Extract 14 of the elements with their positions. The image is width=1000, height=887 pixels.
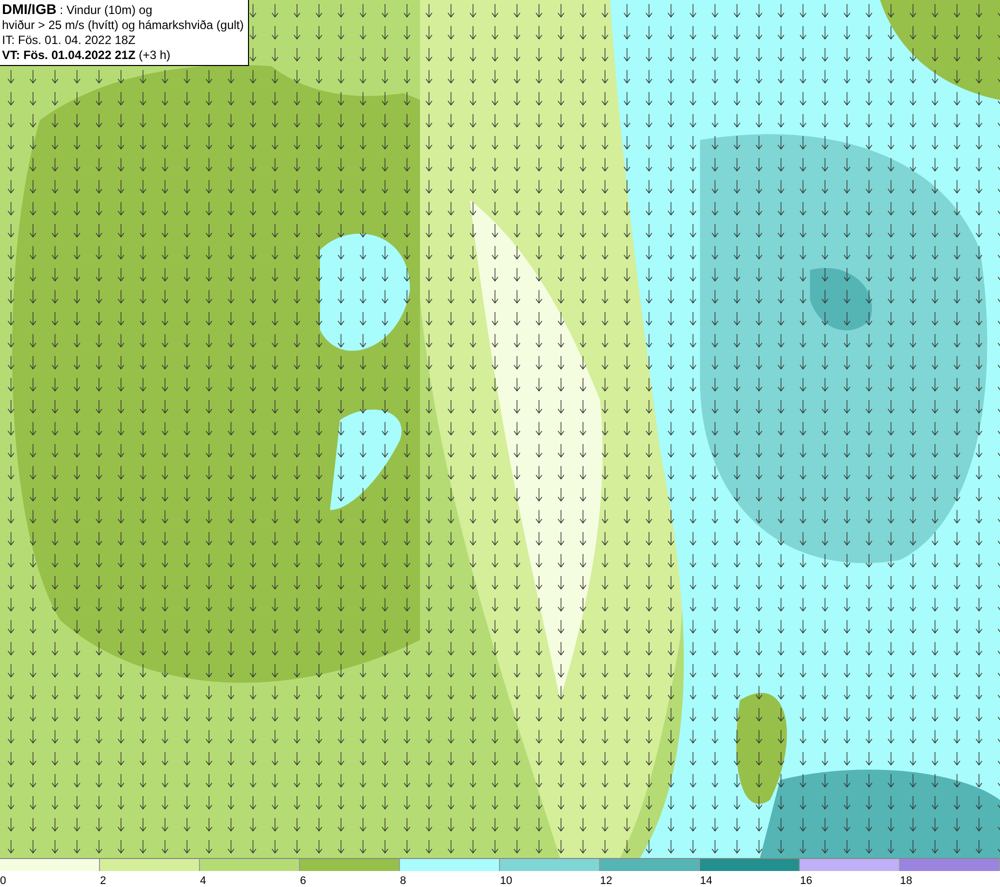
title-text: IT: Fös. 01. 04. 2022 18Z [2, 33, 136, 48]
title-text: DMI/IGB : Vindur (10m) og [2, 2, 154, 18]
legend-label: 12 [600, 875, 612, 887]
legend-label: 2 [100, 875, 106, 887]
legend-label: 8 [400, 875, 406, 887]
title-text: hviður > 25 m/s (hvítt) og hámarkshviða (gult) [2, 18, 244, 33]
legend-label: 14 [700, 875, 712, 887]
legend-label: 10 [500, 875, 512, 887]
legend-label: 0 [0, 875, 6, 887]
title-text: VT: Fös. 01.04.2022 21Z (+3 h) [2, 48, 172, 63]
legend-label: 6 [300, 875, 306, 887]
legend-label: 18 [900, 875, 912, 887]
legend-label: 16 [800, 875, 812, 887]
legend-label: 4 [200, 875, 206, 887]
